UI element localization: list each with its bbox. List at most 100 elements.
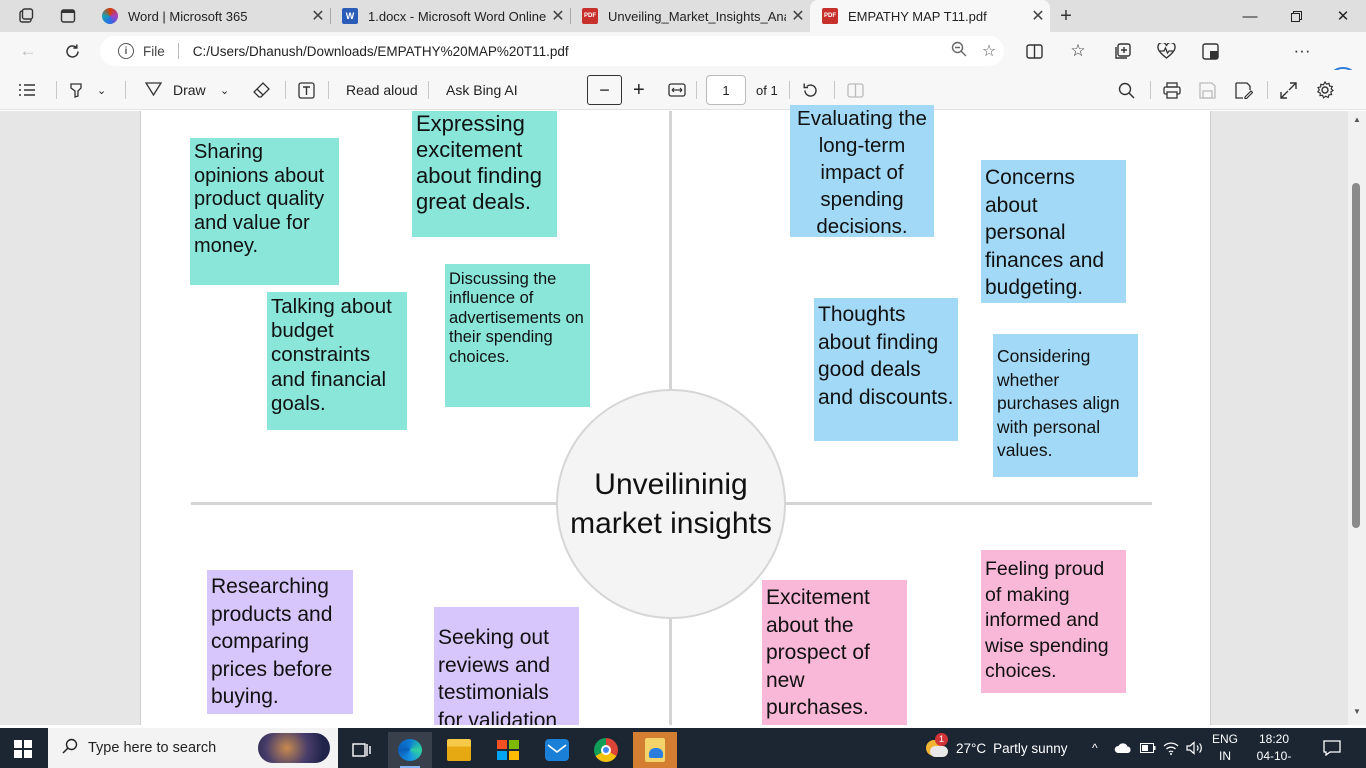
- draw-dropdown-chevron-icon[interactable]: ⌄: [220, 78, 229, 102]
- empathy-map-center-title: Unveilininig market insights: [556, 389, 786, 619]
- print-icon[interactable]: [1163, 78, 1181, 102]
- windows-taskbar: Type here to search 1 27°C Partly sunny …: [0, 728, 1366, 768]
- page-total-label: of 1: [756, 82, 778, 98]
- new-tab-icon[interactable]: +: [1052, 4, 1080, 28]
- tab-title: Word | Microsoft 365: [128, 8, 248, 24]
- tab-title: 1.docx - Microsoft Word Online: [368, 8, 546, 24]
- sticky-note-feels: Excitement about the prospect of new pur…: [762, 580, 907, 725]
- info-icon[interactable]: i: [118, 43, 134, 59]
- window-close-icon[interactable]: ✕: [1320, 0, 1366, 32]
- refresh-icon[interactable]: [58, 38, 86, 64]
- back-icon[interactable]: ←: [14, 38, 42, 64]
- sticky-note-does: Researching products and comparing price…: [207, 570, 353, 714]
- address-input[interactable]: i File C:/Users/Dhanush/Downloads/EMPATH…: [100, 36, 1004, 66]
- microsoft-store-icon[interactable]: [486, 732, 530, 768]
- vertical-scrollbar[interactable]: ▲ ▼: [1348, 111, 1366, 725]
- battery-icon[interactable]: [1140, 728, 1156, 768]
- tab-word-online[interactable]: W 1.docx - Microsoft Word Online ✕: [330, 0, 570, 32]
- tab-actions-icon[interactable]: [54, 4, 82, 28]
- scroll-down-icon[interactable]: ▼: [1350, 707, 1364, 719]
- rotate-icon[interactable]: [802, 78, 819, 102]
- scroll-up-icon[interactable]: ▲: [1350, 115, 1364, 127]
- weather-description: Partly sunny: [993, 740, 1068, 756]
- settings-gear-icon[interactable]: [1316, 78, 1334, 102]
- language-indicator[interactable]: ENG IN: [1212, 731, 1238, 765]
- language-code: ENG: [1212, 732, 1239, 746]
- app-taskbar-icon[interactable]: [633, 732, 677, 768]
- tab-word-365[interactable]: Word | Microsoft 365 ✕: [90, 0, 330, 32]
- highlight-dropdown-chevron-icon[interactable]: ⌄: [97, 78, 106, 102]
- extensions-icon[interactable]: [1196, 38, 1224, 64]
- weather-widget[interactable]: 1 27°C Partly sunny: [924, 728, 1067, 768]
- system-clock[interactable]: 18:20 04-10-2023: [1244, 731, 1304, 768]
- task-view-icon[interactable]: [340, 732, 384, 768]
- clock-date: 04-10-2023: [1256, 749, 1292, 768]
- pdf-toolbar: ⌄ Draw ⌄ Read aloud Ask Bing AI − + 1 of…: [0, 70, 1366, 110]
- draw-button[interactable]: Draw: [144, 78, 206, 102]
- ask-bing-button[interactable]: Ask Bing AI: [446, 78, 518, 102]
- notification-center-icon[interactable]: [1323, 728, 1341, 768]
- restore-icon[interactable]: [1273, 0, 1319, 32]
- sticky-note-says: Sharing opinions about product quality a…: [190, 138, 339, 285]
- chrome-icon[interactable]: [584, 732, 628, 768]
- clock-time: 18:20: [1258, 732, 1290, 746]
- favorites-icon[interactable]: ☆: [1064, 38, 1092, 64]
- onedrive-cloud-icon[interactable]: [1114, 728, 1132, 768]
- zoom-in-button[interactable]: +: [633, 78, 645, 102]
- sticky-note-thinks: Concerns about personal finances and bud…: [981, 160, 1126, 303]
- find-icon[interactable]: [1118, 78, 1135, 102]
- microsoft365-icon: [102, 8, 118, 24]
- tab-unveiling-pdf[interactable]: PDF Unveiling_Market_Insights_Analy ✕: [570, 0, 810, 32]
- weather-notification-badge: 1: [935, 733, 948, 746]
- weather-temperature: 27°C: [956, 740, 987, 756]
- mail-icon[interactable]: [535, 732, 579, 768]
- taskbar-search-box[interactable]: Type here to search: [48, 728, 338, 768]
- windows-start-icon[interactable]: [14, 740, 32, 758]
- pdf-icon: PDF: [822, 8, 838, 24]
- close-icon[interactable]: ✕: [1026, 6, 1050, 26]
- save-icon[interactable]: [1199, 78, 1216, 102]
- region-code: IN: [1219, 749, 1231, 763]
- collections-icon[interactable]: [1108, 38, 1136, 64]
- url-text: C:/Users/Dhanush/Downloads/EMPATHY%20MAP…: [192, 43, 569, 59]
- browser-essentials-icon[interactable]: [1152, 38, 1180, 64]
- word-icon: W: [342, 8, 358, 24]
- tab-title: EMPATHY MAP T11.pdf: [848, 8, 987, 24]
- highlight-icon[interactable]: [68, 78, 85, 102]
- page-view-icon[interactable]: [847, 78, 864, 102]
- search-placeholder: Type here to search: [88, 740, 217, 756]
- sticky-note-thinks: Considering whether purchases align with…: [993, 334, 1138, 477]
- pdf-icon: PDF: [582, 8, 598, 24]
- close-icon[interactable]: ✕: [306, 6, 330, 26]
- sticky-note-says: Talking about budget constraints and fin…: [267, 292, 407, 430]
- eraser-icon[interactable]: [253, 78, 271, 102]
- close-icon[interactable]: ✕: [546, 6, 570, 26]
- zoom-icon[interactable]: [944, 41, 974, 62]
- text-tool-icon[interactable]: [298, 78, 315, 102]
- volume-icon[interactable]: [1186, 728, 1204, 768]
- contents-icon[interactable]: [18, 78, 36, 102]
- fullscreen-icon[interactable]: [1280, 78, 1297, 102]
- minimize-icon[interactable]: —: [1227, 0, 1273, 32]
- more-menu-icon[interactable]: ···: [1288, 38, 1316, 64]
- workspaces-icon[interactable]: [12, 4, 40, 28]
- read-aloud-button[interactable]: Read aloud: [346, 78, 418, 102]
- favorite-star-icon[interactable]: ☆: [974, 41, 1004, 61]
- save-as-icon[interactable]: [1235, 78, 1253, 102]
- search-icon: [62, 738, 78, 759]
- sticky-note-does: Seeking out reviews and testimonials for…: [434, 607, 579, 725]
- zoom-out-button[interactable]: −: [587, 75, 622, 105]
- quadrant-divider-horizontal-right: [782, 502, 1152, 505]
- page-number-input[interactable]: 1: [706, 75, 746, 105]
- search-highlight-image: [258, 733, 330, 763]
- fit-to-width-icon[interactable]: [668, 78, 686, 102]
- split-screen-icon[interactable]: [1020, 38, 1048, 64]
- scrollbar-thumb[interactable]: [1352, 183, 1360, 528]
- file-explorer-icon[interactable]: [437, 732, 481, 768]
- close-icon[interactable]: ✕: [786, 6, 810, 26]
- wifi-icon[interactable]: [1163, 728, 1179, 768]
- tab-empathy-pdf[interactable]: PDF EMPATHY MAP T11.pdf ✕: [810, 0, 1050, 32]
- draw-label: Draw: [173, 82, 206, 98]
- show-hidden-icons-chevron-icon[interactable]: ^: [1092, 728, 1098, 768]
- edge-taskbar-icon[interactable]: [388, 732, 432, 768]
